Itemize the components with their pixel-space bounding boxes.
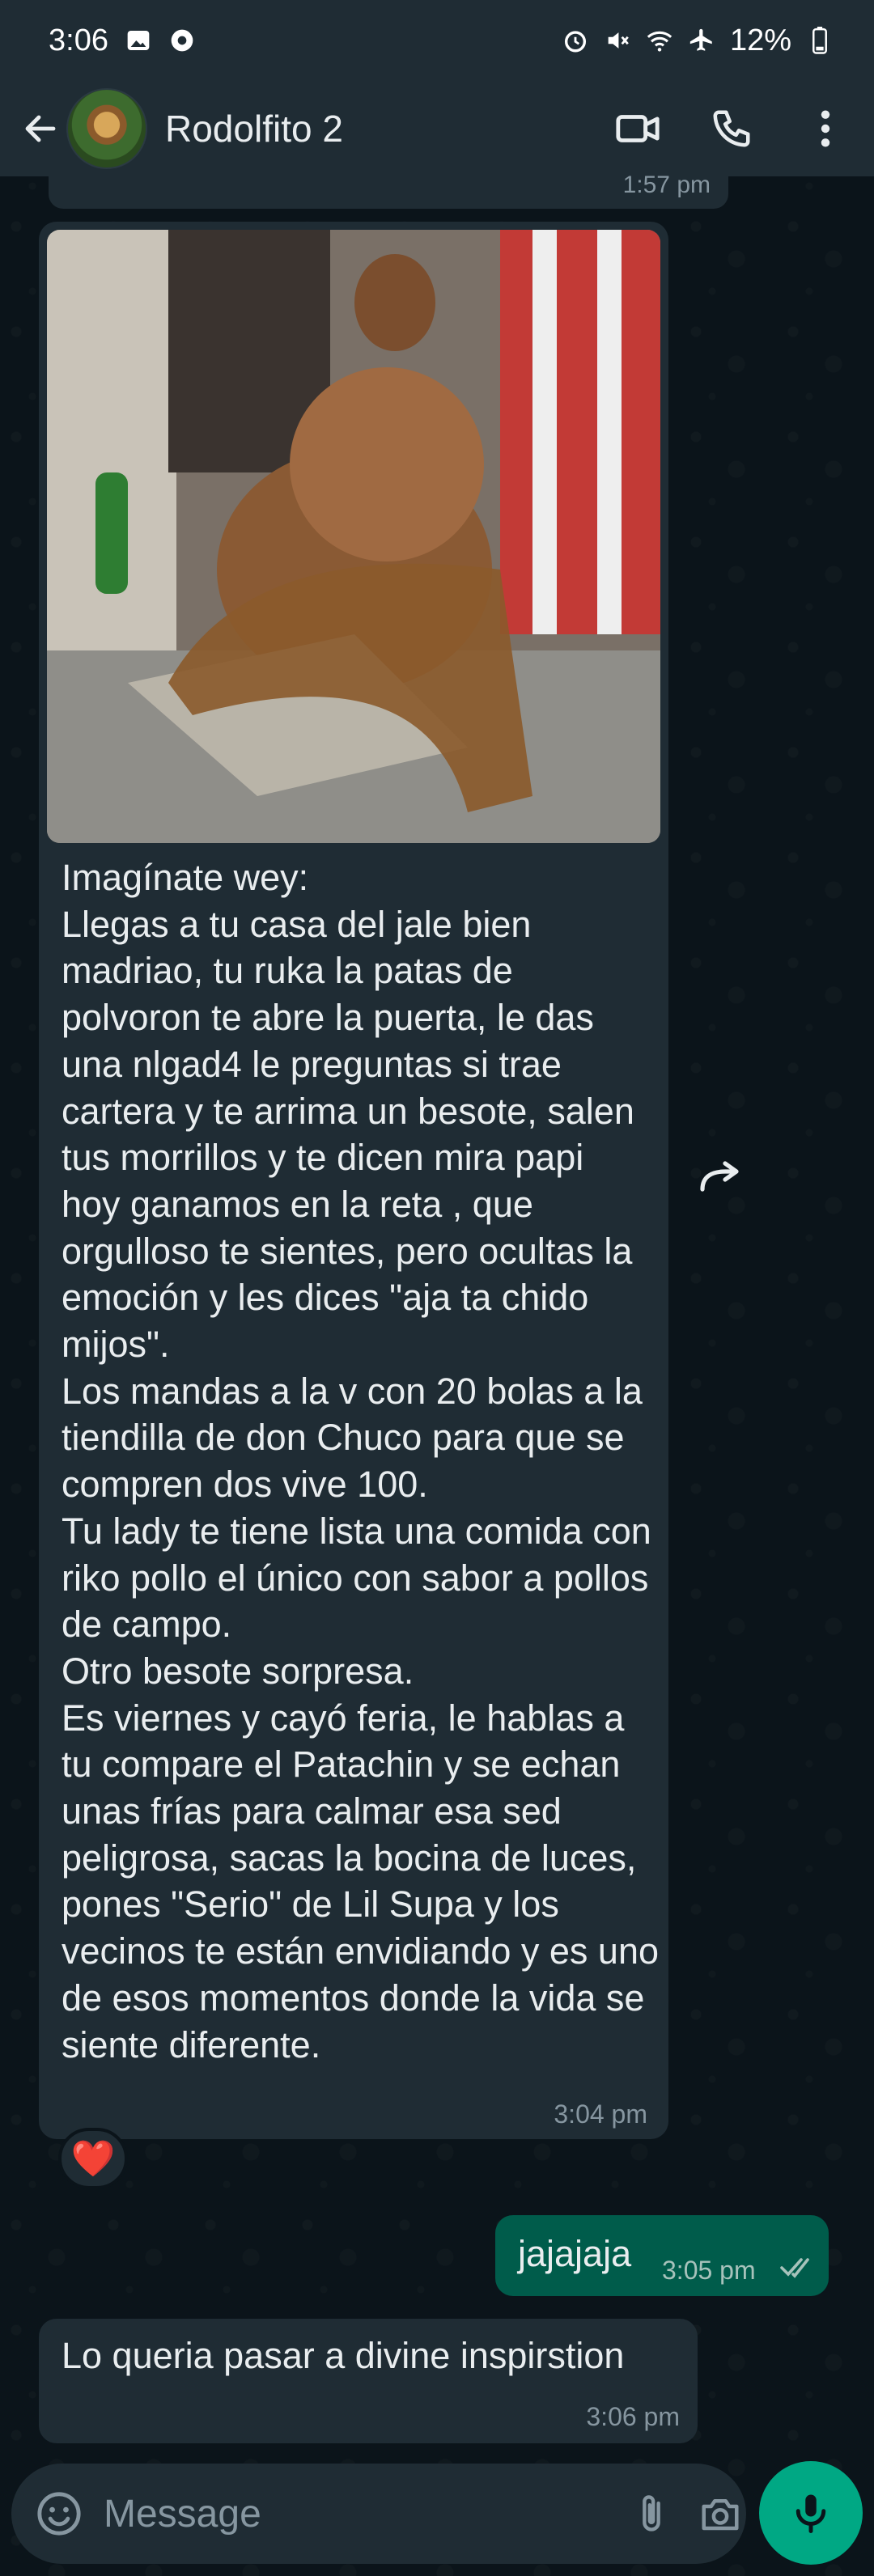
forward-icon — [700, 1161, 739, 1192]
wifi-icon — [646, 27, 673, 54]
chrome-icon — [168, 27, 196, 54]
read-ticks-icon — [780, 2258, 809, 2278]
header-actions — [613, 104, 850, 153]
incoming-message-bubble[interactable]: Lo queria pasar a divine inspirstion 3:0… — [39, 2319, 698, 2443]
voice-call-button[interactable] — [707, 104, 756, 153]
message-time: 3:04 pm — [554, 2099, 647, 2129]
message-text: Imagínate wey: Llegas a tu casa del jale… — [62, 857, 659, 2065]
message-composer — [11, 2464, 746, 2564]
contact-name[interactable]: Rodolfito 2 — [165, 107, 343, 150]
message-image[interactable] — [47, 230, 660, 843]
camera-icon — [702, 2499, 739, 2531]
status-time: 3:06 — [49, 23, 108, 57]
message-time: 3:06 pm — [586, 2402, 680, 2431]
attach-icon — [643, 2495, 660, 2532]
voice-message-button[interactable] — [759, 2461, 863, 2565]
emoji-icon — [37, 2492, 81, 2536]
emoji-button[interactable] — [36, 2488, 83, 2540]
chat-header: Rodolfito 2 — [0, 81, 874, 176]
video-call-button[interactable] — [613, 104, 662, 153]
menu-button[interactable] — [801, 104, 850, 153]
outgoing-message-bubble[interactable]: jajajaja 3:05 pm — [495, 2215, 829, 2296]
airplane-icon — [688, 27, 715, 54]
phone-icon — [713, 110, 750, 147]
menu-icon — [821, 110, 830, 147]
gallery-icon — [125, 27, 152, 54]
status-right: 12% — [562, 23, 834, 58]
attach-button[interactable] — [630, 2488, 672, 2540]
message-text: jajajaja — [518, 2233, 632, 2274]
message-input[interactable] — [104, 2491, 606, 2536]
heart-icon: ❤️ — [70, 2139, 116, 2179]
message-time: 1:57 pm — [622, 172, 711, 198]
back-button[interactable] — [18, 106, 63, 151]
back-arrow-icon — [25, 115, 56, 142]
avatar[interactable] — [66, 88, 147, 169]
status-bar: 3:06 12% — [0, 0, 874, 81]
incoming-message-bubble[interactable]: Imagínate wey: Llegas a tu casa del jale… — [39, 222, 668, 2139]
previous-message-bubble[interactable]: 1:57 pm — [49, 172, 728, 209]
mute-icon — [604, 27, 631, 54]
message-time: 3:05 pm — [662, 2256, 756, 2285]
status-left: 3:06 — [49, 23, 196, 58]
battery-percent: 12% — [729, 23, 791, 57]
camera-button[interactable] — [697, 2488, 744, 2540]
forward-button[interactable] — [696, 1150, 748, 1202]
battery-icon — [806, 27, 834, 54]
alarm-icon — [562, 27, 589, 54]
reaction-badge[interactable]: ❤️ — [58, 2128, 128, 2189]
video-call-icon — [616, 115, 660, 142]
mic-icon — [796, 2494, 826, 2533]
message-text: Lo queria pasar a divine inspirstion — [62, 2335, 625, 2376]
